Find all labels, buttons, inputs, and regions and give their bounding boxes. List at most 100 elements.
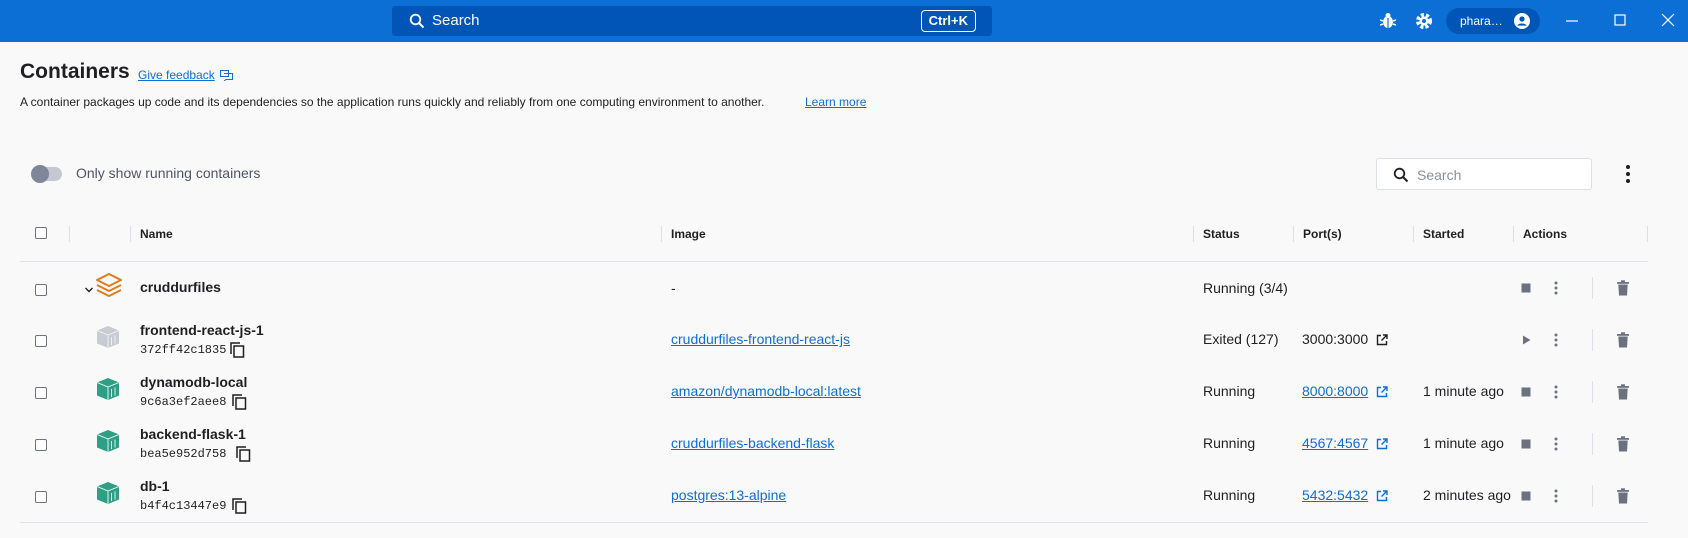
row-checkbox[interactable]: [35, 387, 47, 399]
toggle-knob: [31, 165, 49, 183]
gear-icon[interactable]: [1415, 12, 1433, 30]
trash-icon[interactable]: [1616, 332, 1630, 348]
shortcut-badge: Ctrl+K: [920, 10, 976, 32]
image-link[interactable]: cruddurfiles-frontend-react-js: [671, 331, 850, 347]
container-id: 9c6a3ef2aee8: [140, 395, 227, 409]
container-id: bea5e952d758: [140, 447, 227, 461]
container-green-icon: [96, 378, 120, 400]
feedback-icon[interactable]: [220, 70, 233, 81]
column-separator: [1647, 226, 1648, 242]
container-id: b4f4c13447e9: [140, 499, 227, 513]
image-link[interactable]: postgres:13-alpine: [671, 487, 786, 503]
image-link[interactable]: amazon/dynamodb-local:latest: [671, 383, 861, 399]
action-separator: [1592, 433, 1593, 455]
column-header-started[interactable]: Started: [1423, 227, 1464, 241]
container-green-icon: [96, 482, 120, 504]
title-bar: Search Ctrl+K phara…: [0, 0, 1688, 42]
image-link[interactable]: cruddurfiles-backend-flask: [671, 435, 834, 451]
port-text: 3000:3000: [1302, 331, 1369, 347]
container-name[interactable]: dynamodb-local: [140, 374, 247, 390]
copy-icon[interactable]: [232, 394, 247, 410]
column-header-name[interactable]: Name: [140, 227, 173, 241]
account-icon: [1514, 13, 1530, 29]
table-bottom-divider: [20, 522, 1648, 523]
status-text: Running (3/4): [1203, 280, 1288, 296]
copy-icon[interactable]: [236, 446, 251, 462]
row-checkbox[interactable]: [35, 491, 47, 503]
container-gray-icon: [96, 326, 120, 348]
port-link[interactable]: 4567:4567: [1302, 435, 1368, 451]
copy-icon[interactable]: [232, 498, 247, 514]
external-link-icon[interactable]: [1376, 490, 1388, 502]
column-header-actions: Actions: [1523, 227, 1568, 241]
chevron-down-icon[interactable]: [83, 284, 95, 296]
action-separator: [1592, 381, 1593, 403]
column-separator: [661, 226, 662, 242]
container-name[interactable]: frontend-react-js-1: [140, 322, 264, 338]
port-link[interactable]: 5432:5432: [1302, 487, 1368, 503]
trash-icon[interactable]: [1616, 488, 1630, 504]
container-id: 372ff42c1835: [140, 343, 227, 357]
table-row-group[interactable]: cruddurfiles - Running (3/4): [0, 262, 1688, 314]
kebab-menu-icon[interactable]: [1552, 332, 1560, 348]
action-separator: [1592, 329, 1593, 351]
column-separator: [1293, 226, 1294, 242]
stop-icon[interactable]: [1520, 282, 1532, 294]
port-link[interactable]: 8000:8000: [1302, 383, 1368, 399]
user-name: phara…: [1460, 14, 1503, 28]
page-description: A container packages up code and its dep…: [20, 95, 765, 109]
copy-icon[interactable]: [230, 342, 245, 358]
table-search-box[interactable]: [1376, 158, 1592, 190]
external-link-icon[interactable]: [1376, 386, 1388, 398]
table-row[interactable]: frontend-react-js-1 372ff42c1835 cruddur…: [0, 314, 1688, 366]
column-separator: [1413, 226, 1414, 242]
running-only-toggle[interactable]: [31, 165, 62, 183]
started-text: 1 minute ago: [1423, 383, 1504, 399]
trash-icon[interactable]: [1616, 280, 1630, 296]
container-name[interactable]: backend-flask-1: [140, 426, 246, 442]
table-row[interactable]: db-1 b4f4c13447e9 postgres:13-alpine Run…: [0, 470, 1688, 522]
row-checkbox[interactable]: [35, 439, 47, 451]
column-header-status[interactable]: Status: [1203, 227, 1240, 241]
column-header-image[interactable]: Image: [671, 227, 706, 241]
user-menu[interactable]: phara…: [1446, 8, 1540, 34]
table-row[interactable]: dynamodb-local 9c6a3ef2aee8 amazon/dynam…: [0, 366, 1688, 418]
trash-icon[interactable]: [1616, 436, 1630, 452]
table-search-input[interactable]: [1417, 165, 1577, 185]
trash-icon[interactable]: [1616, 384, 1630, 400]
page-title: Containers: [20, 60, 130, 83]
kebab-menu-icon[interactable]: [1552, 488, 1560, 504]
started-text: 1 minute ago: [1423, 435, 1504, 451]
give-feedback-link[interactable]: Give feedback: [138, 68, 215, 82]
play-icon[interactable]: [1520, 334, 1532, 346]
container-green-icon: [96, 430, 120, 452]
running-only-label: Only show running containers: [76, 165, 261, 181]
row-checkbox[interactable]: [35, 335, 47, 347]
more-options-icon[interactable]: [1620, 164, 1636, 184]
kebab-menu-icon[interactable]: [1552, 280, 1560, 296]
kebab-menu-icon[interactable]: [1552, 384, 1560, 400]
container-name[interactable]: db-1: [140, 478, 170, 494]
maximize-icon[interactable]: [1612, 12, 1628, 28]
close-icon[interactable]: [1660, 12, 1676, 28]
global-search-bar[interactable]: Search Ctrl+K: [392, 6, 992, 36]
kebab-menu-icon[interactable]: [1552, 436, 1560, 452]
status-text: Running: [1203, 383, 1256, 399]
external-link-icon[interactable]: [1376, 334, 1388, 346]
minimize-icon[interactable]: [1564, 12, 1580, 28]
table-row[interactable]: backend-flask-1 bea5e952d758 cruddurfile…: [0, 418, 1688, 470]
search-icon: [409, 13, 425, 29]
container-name[interactable]: cruddurfiles: [140, 279, 221, 295]
stop-icon[interactable]: [1520, 386, 1532, 398]
external-link-icon[interactable]: [1376, 438, 1388, 450]
status-text: Running: [1203, 487, 1256, 503]
learn-more-link[interactable]: Learn more: [805, 95, 866, 109]
row-checkbox[interactable]: [35, 284, 47, 296]
bug-icon[interactable]: [1380, 12, 1396, 30]
stop-icon[interactable]: [1520, 490, 1532, 502]
global-search-label: Search: [432, 12, 480, 29]
column-header-ports[interactable]: Port(s): [1303, 227, 1342, 241]
action-separator: [1592, 485, 1593, 507]
select-all-checkbox[interactable]: [35, 227, 47, 239]
stop-icon[interactable]: [1520, 438, 1532, 450]
